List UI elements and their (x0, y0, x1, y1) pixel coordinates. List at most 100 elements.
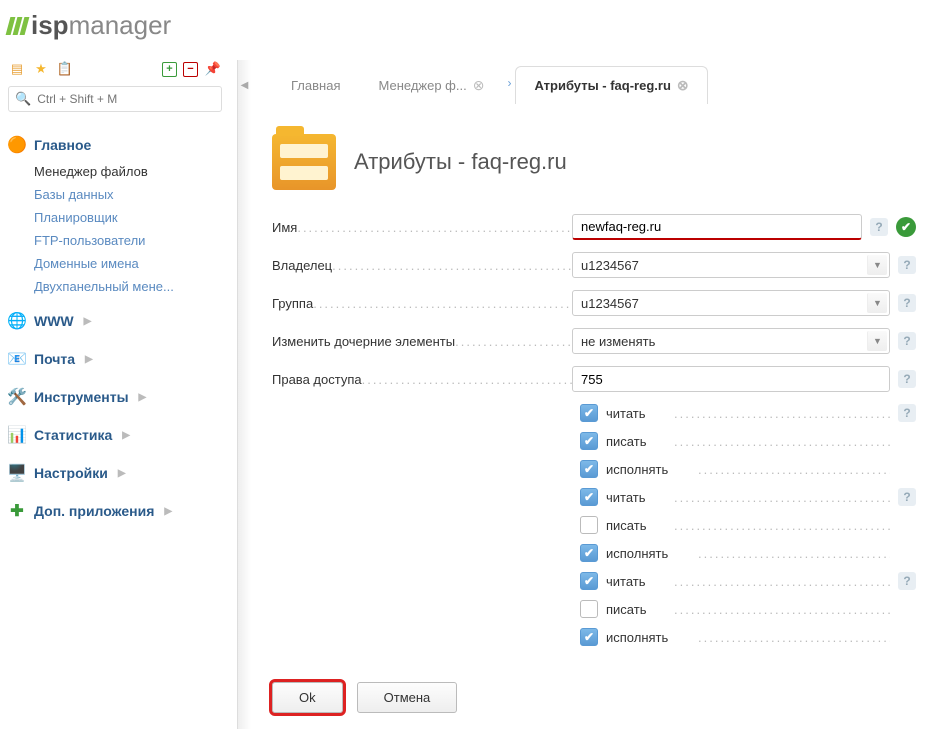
perm-label-8: исполнять (606, 630, 668, 645)
perm-label-4: писать (606, 518, 646, 533)
panel-divider[interactable]: ◀ (237, 60, 251, 729)
perm-checkbox-2[interactable]: ✔ (580, 460, 598, 478)
page-title: Атрибуты - faq-reg.ru (354, 149, 567, 175)
menu-tools[interactable]: 🛠️ Инструменты ▶ (8, 382, 222, 412)
menu-main[interactable]: 🟠 Главное (8, 130, 222, 160)
perm-label-5: исполнять (606, 546, 668, 561)
help-icon[interactable]: ? (870, 218, 888, 236)
menu-mail-label: Почта (34, 351, 75, 367)
perms-input[interactable] (572, 366, 890, 392)
menu-tools-label: Инструменты (34, 389, 129, 405)
logo-icon (8, 17, 27, 35)
children-select[interactable]: не изменять ▼ (572, 328, 890, 354)
label-name: Имя (272, 220, 572, 235)
owner-select[interactable]: u1234567▼ (572, 252, 890, 278)
toolbar: ▤ ★ 📋 + − 📌 (8, 56, 222, 86)
label-children: Изменить дочерние элементы (272, 334, 572, 349)
perm-label-3: читать (606, 490, 646, 505)
star-icon[interactable]: ★ (32, 60, 50, 78)
perm-checkbox-7[interactable] (580, 600, 598, 618)
tab-home-label: Главная (291, 78, 340, 93)
tab-filemanager-label: Менеджер ф... (378, 78, 466, 93)
chevron-right-icon: ▶ (122, 430, 130, 441)
cancel-button[interactable]: Отмена (357, 682, 458, 713)
help-icon[interactable]: ? (898, 332, 916, 350)
chevron-right-icon: ▶ (84, 316, 92, 327)
sidebar-item-ftp-users[interactable]: FTP-пользователи (34, 229, 222, 252)
chevron-down-icon: ▼ (867, 331, 887, 351)
search-input[interactable] (37, 92, 215, 106)
close-icon[interactable]: ⊗ (677, 77, 689, 94)
page-header: Атрибуты - faq-reg.ru (252, 104, 936, 214)
close-icon[interactable]: ⊗ (473, 77, 485, 94)
check-ok-icon: ✔ (896, 217, 916, 237)
pin-icon[interactable]: 📌 (204, 60, 222, 78)
perm-checkbox-5[interactable]: ✔ (580, 544, 598, 562)
menu-mail[interactable]: 📧 Почта ▶ (8, 344, 222, 374)
clipboard-icon[interactable]: 📋 (56, 60, 74, 78)
sidebar-item-twopanel[interactable]: Двухпанельный мене... (34, 275, 222, 298)
tab-attributes[interactable]: Атрибуты - faq-reg.ru⊗ (515, 66, 707, 104)
chevron-down-icon: ▼ (867, 293, 887, 313)
list-icon[interactable]: ▤ (8, 60, 26, 78)
tab-filemanager[interactable]: Менеджер ф... ⊗ (359, 66, 503, 104)
perm-label-1: писать (606, 434, 646, 449)
perm-checkbox-3[interactable]: ✔ (580, 488, 598, 506)
perm-label-6: читать (606, 574, 646, 589)
chevron-right-icon: ▶ (164, 506, 172, 517)
mail-icon: 📧 (8, 350, 26, 368)
perm-checkbox-1[interactable]: ✔ (580, 432, 598, 450)
tabs: Главная Менеджер ф...⊗ › Атрибуты - faq-… (252, 56, 936, 104)
help-icon[interactable]: ? (898, 294, 916, 312)
logo-text: ispmanager (31, 10, 171, 41)
children-value: не изменять (581, 334, 655, 349)
chevron-right-icon: ▶ (85, 354, 93, 365)
sidebar-item-domain-names[interactable]: Доменные имена (34, 252, 222, 275)
main: Главная Менеджер ф...⊗ › Атрибуты - faq-… (252, 56, 936, 739)
plus-green-icon: ✚ (8, 502, 26, 520)
search-box[interactable]: 🔍 (8, 86, 222, 112)
help-icon[interactable]: ? (898, 370, 916, 388)
perm-checkbox-4[interactable] (580, 516, 598, 534)
owner-value: u1234567 (581, 258, 639, 273)
chevron-right-icon: ▶ (139, 392, 147, 403)
menu-settings[interactable]: 🖥️Настройки▶ (8, 458, 222, 488)
label-owner: Владелец (272, 258, 572, 273)
group-select[interactable]: u1234567 ▼ (572, 290, 890, 316)
perm-checkbox-6[interactable]: ✔ (580, 572, 598, 590)
globe-orange-icon: 🟠 (8, 136, 26, 154)
plus-icon[interactable]: + (162, 62, 177, 77)
sidebar: ▤ ★ 📋 + − 📌 🔍 🟠 Главное Менеджер файлов … (0, 56, 230, 534)
label-perms: Права доступа (272, 372, 572, 387)
perm-checkbox-8[interactable]: ✔ (580, 628, 598, 646)
group-value: u1234567 (581, 296, 639, 311)
globe-icon: 🌐 (8, 312, 26, 330)
menu-main-label: Главное (34, 137, 91, 153)
label-group: Группа (272, 296, 572, 311)
help-icon[interactable]: ? (898, 404, 916, 422)
sidebar-item-databases[interactable]: Базы данных (34, 183, 222, 206)
chevron-right-icon: ▶ (118, 468, 126, 479)
tools-icon: 🛠️ (8, 388, 26, 406)
help-icon[interactable]: ? (898, 572, 916, 590)
perm-label-7: писать (606, 602, 646, 617)
tab-home[interactable]: Главная (272, 66, 359, 104)
perm-label-0: читать (606, 406, 646, 421)
help-icon[interactable]: ? (898, 256, 916, 274)
menu-addons-label: Доп. приложения (34, 503, 154, 519)
perm-label-2: исполнять (606, 462, 668, 477)
menu-settings-label: Настройки (34, 465, 108, 481)
menu-www[interactable]: 🌐 WWW ▶ (8, 306, 222, 336)
perm-checkbox-0[interactable]: ✔ (580, 404, 598, 422)
ok-button[interactable]: Ok (272, 682, 343, 713)
menu-stats[interactable]: 📊 Статистика ▶ (8, 420, 222, 450)
chart-pie-icon: 📊 (8, 426, 26, 444)
menu-www-label: WWW (34, 313, 74, 329)
name-input[interactable] (572, 214, 862, 240)
sidebar-item-file-manager[interactable]: Менеджер файлов (34, 160, 222, 183)
sidebar-item-scheduler[interactable]: Планировщик (34, 206, 222, 229)
menu-stats-label: Статистика (34, 427, 112, 443)
menu-addons[interactable]: ✚ Доп. приложения ▶ (8, 496, 222, 526)
minus-icon[interactable]: − (183, 62, 198, 77)
help-icon[interactable]: ? (898, 488, 916, 506)
